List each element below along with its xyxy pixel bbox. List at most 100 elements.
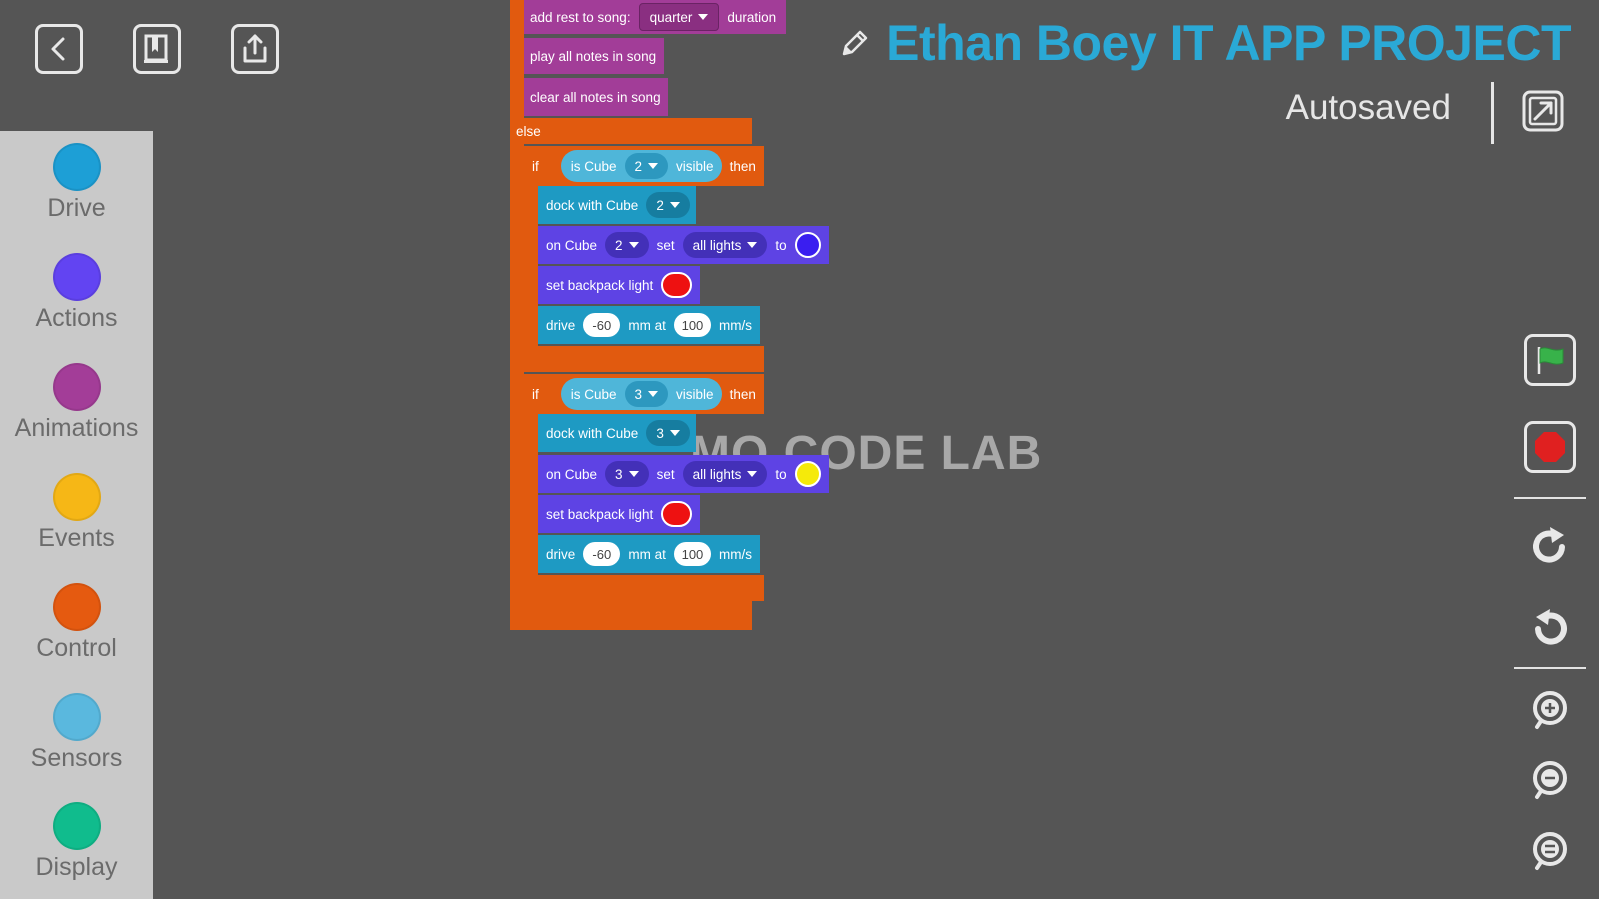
pencil-icon[interactable]	[840, 28, 870, 58]
redo-icon[interactable]	[1528, 525, 1572, 569]
lights-dropdown[interactable]: all lights	[682, 232, 768, 258]
back-button[interactable]	[35, 24, 83, 74]
dropdown-value: all lights	[692, 237, 742, 253]
category-label: Drive	[47, 194, 106, 222]
category-animations[interactable]: Animations	[0, 363, 153, 443]
zoom-out-icon[interactable]	[1528, 758, 1572, 802]
backpack-light-block[interactable]: set backpack light	[538, 495, 700, 533]
condition-label: visible	[676, 158, 714, 174]
block-label: clear all notes in song	[530, 89, 661, 105]
else-label: else	[516, 123, 541, 139]
autosave-status: Autosaved	[1285, 88, 1451, 127]
undo-icon[interactable]	[1528, 607, 1572, 651]
is-cube-visible-condition[interactable]: is Cube 2 visible	[560, 150, 722, 182]
cube-dropdown[interactable]: 2	[646, 192, 690, 218]
events-category-icon	[52, 473, 101, 521]
if-label: if	[532, 158, 539, 174]
drive-block[interactable]: drive -60 mm at 100 mm/s	[538, 306, 760, 344]
clear-all-notes-block[interactable]: clear all notes in song	[522, 78, 668, 116]
category-display[interactable]: Display	[0, 802, 153, 882]
chevron-down-icon	[628, 471, 639, 477]
cube-dropdown[interactable]: 3	[605, 461, 649, 487]
dropdown-value: 3	[615, 466, 623, 482]
is-cube-visible-condition[interactable]: is Cube 3 visible	[560, 378, 722, 410]
sensors-category-icon	[52, 693, 101, 741]
block-label: add rest to song:	[530, 9, 631, 25]
category-drive[interactable]: Drive	[0, 143, 153, 223]
category-label: Animations	[14, 414, 139, 442]
block-label: set backpack light	[546, 506, 654, 522]
outer-if-left-bar	[510, 0, 524, 630]
docs-icon	[144, 34, 168, 63]
dock-with-cube-block[interactable]: dock with Cube 3	[538, 414, 696, 452]
stop-icon	[1535, 432, 1565, 462]
docs-button[interactable]	[133, 24, 181, 74]
category-actions[interactable]: Actions	[0, 253, 153, 333]
block-label: mm at	[628, 317, 666, 333]
zoom-reset-icon[interactable]	[1528, 829, 1572, 873]
header-divider	[1491, 82, 1494, 144]
cube-dropdown[interactable]: 3	[624, 381, 669, 407]
category-label: Sensors	[30, 744, 123, 772]
drive-block[interactable]: drive -60 mm at 100 mm/s	[538, 535, 760, 573]
backpack-color-swatch[interactable]	[661, 272, 692, 298]
light-color-swatch[interactable]	[794, 461, 821, 487]
condition-label: is Cube	[570, 386, 617, 402]
block-label: mm/s	[719, 317, 752, 333]
speed-input[interactable]: 100	[673, 542, 711, 566]
if-block-cube-3[interactable]: if is Cube 3 visible then	[524, 374, 764, 414]
if-1-bottom-bar	[524, 346, 764, 372]
category-label: Events	[38, 524, 115, 552]
if-2-left-bar	[524, 414, 538, 580]
if-2-bottom-bar	[524, 575, 764, 601]
light-color-swatch[interactable]	[794, 232, 821, 258]
category-label: Display	[35, 853, 118, 881]
cube-dropdown[interactable]: 2	[624, 153, 669, 179]
cube-lights-block[interactable]: on Cube 3 set all lights to	[538, 455, 829, 493]
share-button[interactable]	[231, 24, 279, 74]
project-title-area[interactable]: Ethan Boey IT APP PROJECT	[840, 14, 1571, 72]
chevron-down-icon	[698, 14, 709, 20]
category-control[interactable]: Control	[0, 583, 153, 663]
cube-dropdown[interactable]: 2	[605, 232, 649, 258]
distance-input[interactable]: -60	[583, 313, 621, 337]
zoom-in-icon[interactable]	[1528, 688, 1572, 732]
cube-lights-block[interactable]: on Cube 2 set all lights to	[538, 226, 829, 264]
expand-icon	[1522, 90, 1564, 132]
speed-input[interactable]: 100	[673, 313, 711, 337]
stop-button[interactable]	[1524, 421, 1576, 473]
play-all-notes-block[interactable]: play all notes in song	[522, 38, 664, 74]
block-label: to	[775, 237, 787, 253]
distance-input[interactable]: -60	[583, 542, 621, 566]
dropdown-value: 3	[656, 425, 664, 441]
lights-dropdown[interactable]: all lights	[682, 461, 768, 487]
back-icon	[51, 37, 65, 61]
fullscreen-button[interactable]	[1521, 89, 1565, 138]
dropdown-value: 3	[634, 386, 643, 402]
if-block-cube-2[interactable]: if is Cube 2 visible then	[524, 146, 764, 186]
if-1-left-bar	[524, 186, 538, 352]
block-label: to	[775, 466, 787, 482]
duration-dropdown[interactable]: quarter	[638, 3, 720, 31]
display-category-icon	[52, 802, 101, 850]
block-label: dock with Cube	[546, 197, 639, 213]
category-events[interactable]: Events	[0, 473, 153, 553]
control-category-icon	[52, 583, 101, 631]
category-sensors[interactable]: Sensors	[0, 693, 153, 773]
dropdown-value: 2	[615, 237, 623, 253]
chevron-down-icon	[747, 242, 758, 248]
dropdown-value: 2	[656, 197, 664, 213]
backpack-color-swatch[interactable]	[661, 501, 692, 527]
else-bar[interactable]: else	[510, 118, 752, 144]
backpack-light-block[interactable]: set backpack light	[538, 266, 700, 304]
category-sidebar: Drive Actions Animations Events Control …	[0, 131, 153, 899]
category-label: Control	[36, 634, 117, 662]
start-button[interactable]	[1524, 334, 1576, 386]
green-flag-icon	[1537, 347, 1564, 374]
dock-with-cube-block[interactable]: dock with Cube 2	[538, 186, 696, 224]
then-label: then	[729, 386, 756, 402]
add-rest-block[interactable]: add rest to song: quarter duration	[522, 0, 786, 34]
cube-dropdown[interactable]: 3	[646, 420, 690, 446]
controls-divider	[1514, 667, 1586, 669]
block-label: on Cube	[546, 237, 598, 253]
